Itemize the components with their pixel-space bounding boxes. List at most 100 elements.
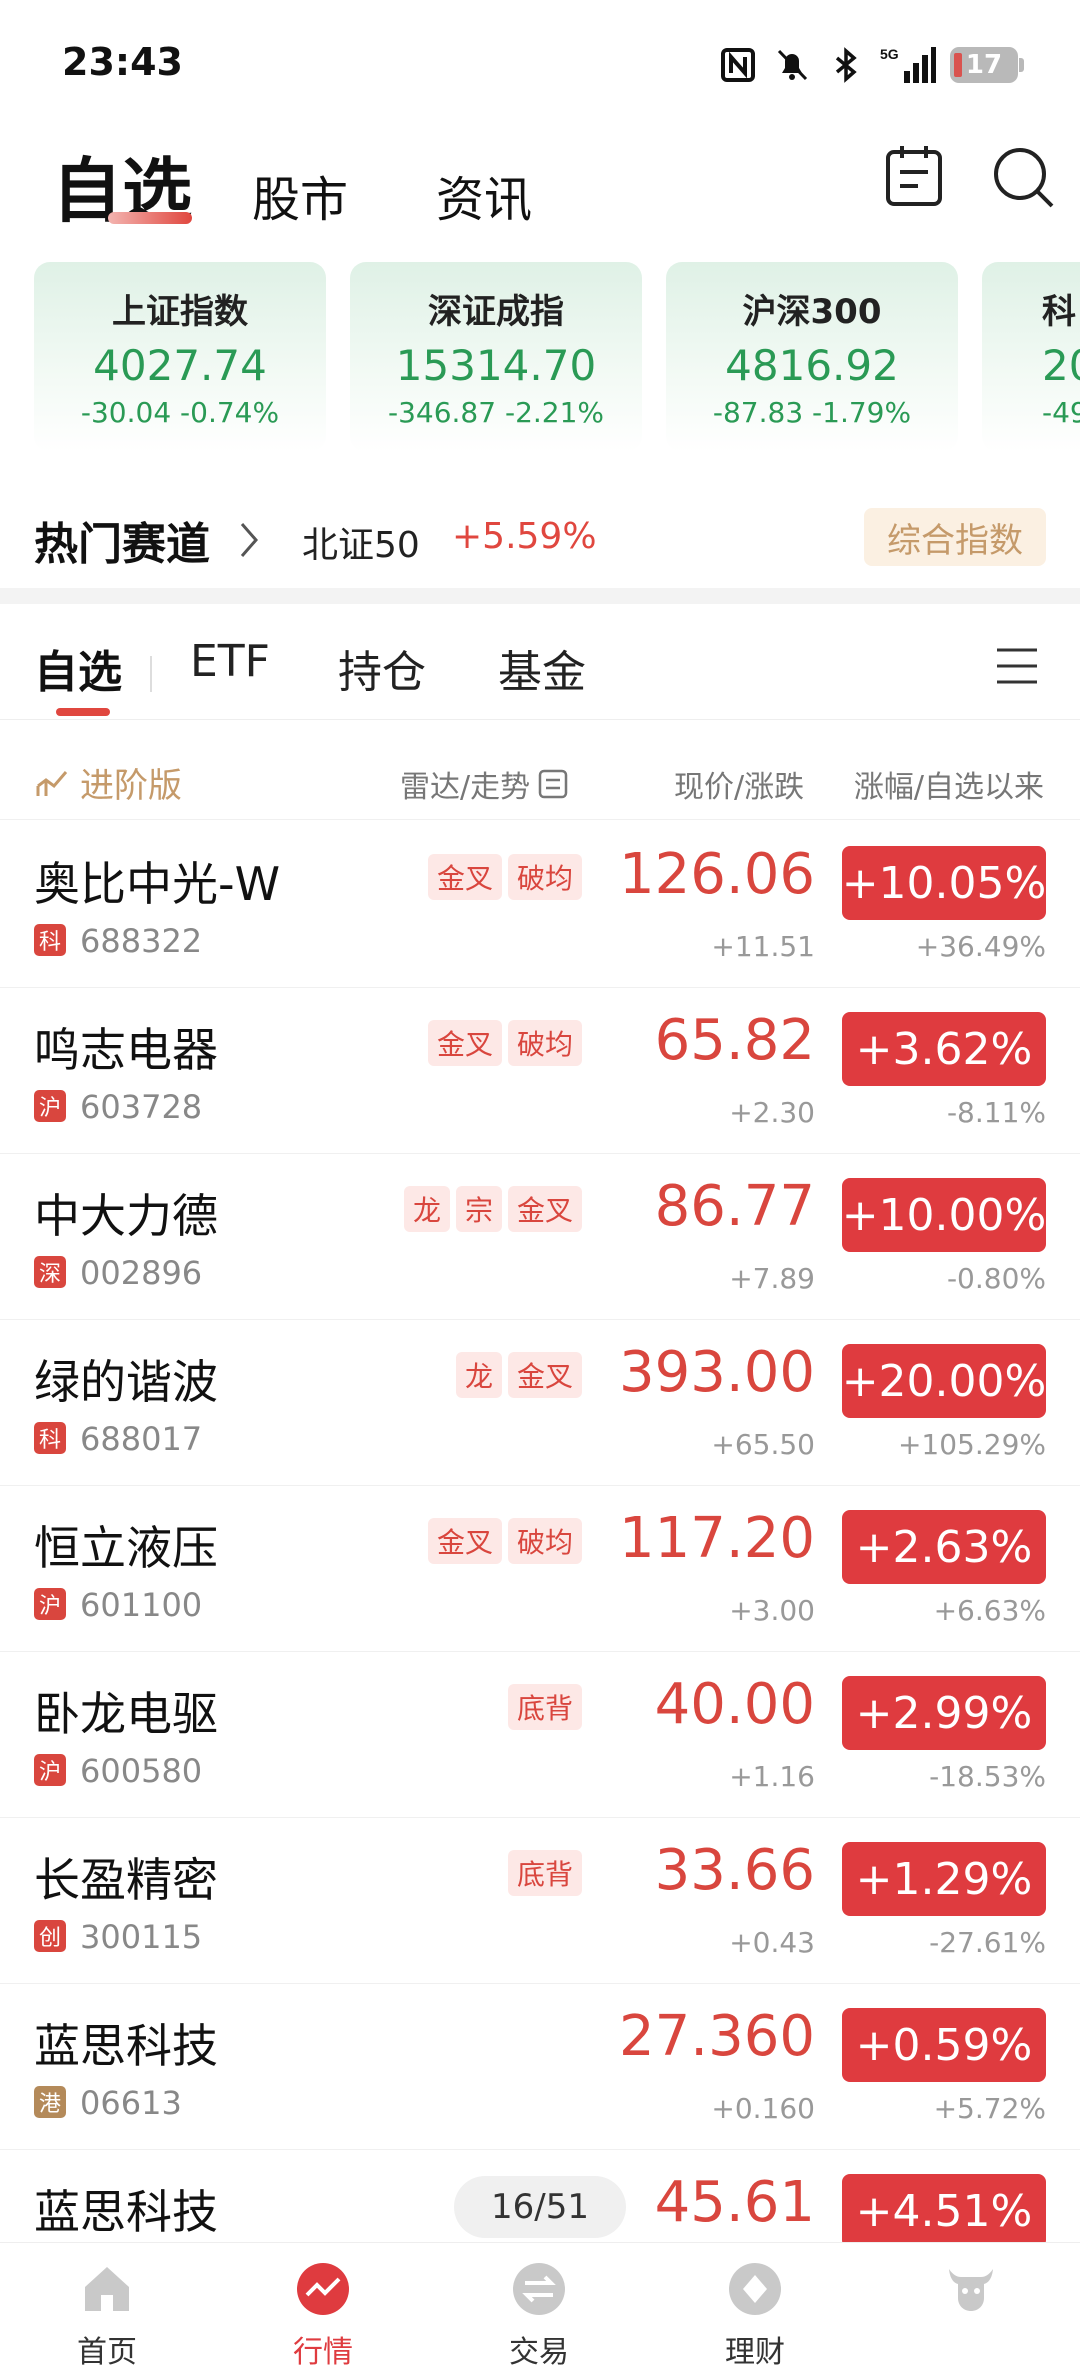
radar-column-label: 雷达/走势: [400, 770, 531, 805]
header-tab-market[interactable]: 股市: [252, 160, 348, 230]
home-icon: [85, 2267, 129, 2311]
stock-name: 蓝思科技: [34, 2185, 218, 2239]
hot-track-title: 热门赛道: [34, 519, 210, 570]
nav-label: 首页: [77, 2335, 137, 2370]
stock-name: 中大力德: [34, 1189, 218, 1243]
signal-tags: 金叉 破均: [427, 1518, 582, 1564]
nfc-icon: [718, 45, 758, 85]
header-tab-underline: [108, 212, 192, 224]
stock-row[interactable]: 长盈精密创 300115 底背 33.66 +0.43 +1.29% -27.61%: [0, 1818, 1080, 1984]
pct-change-badge[interactable]: +4.51%: [842, 2174, 1046, 2242]
pct-change-badge[interactable]: +2.99%: [842, 1676, 1046, 1750]
radar-column-header[interactable]: 雷达/走势: [400, 762, 568, 806]
battery-icon: 17: [950, 47, 1024, 83]
signal-icon: 5G: [880, 45, 936, 85]
tab-watchlist[interactable]: 自选: [34, 636, 122, 700]
menu-icon[interactable]: [994, 644, 1040, 688]
index-card[interactable]: 深证成指 15314.70 -346.87 -2.21%: [350, 262, 642, 452]
index-card[interactable]: 科 20 -49: [982, 262, 1080, 452]
calendar-icon[interactable]: [880, 142, 950, 212]
pct-change-badge[interactable]: +10.00%: [842, 1178, 1046, 1252]
index-change: -49: [1042, 396, 1080, 429]
signal-tag: 破均: [507, 1518, 582, 1564]
nav-market[interactable]: 行情: [248, 2243, 398, 2376]
nav-home[interactable]: 首页: [32, 2243, 182, 2376]
tab-underline: [56, 708, 110, 716]
market-badge: 创: [34, 1920, 66, 1952]
trend-chart-icon: [36, 770, 68, 796]
stock-row[interactable]: 绿的谐波科 688017 龙金叉 393.00 +65.50 +20.00% +105.29…: [0, 1320, 1080, 1486]
index-change: -87.83 -1.79%: [712, 396, 912, 429]
stock-code: 601100: [80, 1586, 203, 1624]
advanced-mode-button[interactable]: 进阶版: [36, 758, 182, 807]
stock-row[interactable]: 中大力德深 002896 龙宗金叉 86.77 +7.89 +10.00% -0.80%: [0, 1154, 1080, 1320]
price-column-header[interactable]: 现价/涨跌: [674, 762, 804, 806]
stock-code: 002896: [80, 1254, 203, 1292]
signal-tags: 龙金叉: [455, 1352, 582, 1398]
signal-tags: 底背: [507, 1684, 582, 1730]
stock-price: 33.66: [654, 1838, 815, 1903]
nav-label: 行情: [293, 2335, 353, 2370]
pct-change-badge[interactable]: +2.63%: [842, 1510, 1046, 1584]
since-added-pct: -27.61%: [929, 1926, 1046, 1959]
stock-price: 86.77: [654, 1174, 815, 1239]
tab-funds[interactable]: 基金: [498, 636, 586, 700]
nav-wealth[interactable]: 理财: [680, 2243, 830, 2376]
stock-row[interactable]: 鸣志电器沪 603728 金叉 破均 65.82 +2.30 +3.62% -8.11%: [0, 988, 1080, 1154]
index-name: 科: [1042, 292, 1076, 332]
signal-tag: 破均: [507, 854, 582, 900]
stock-row[interactable]: 蓝思科技港 06613 27.360 +0.160 +0.59% +5.72%: [0, 1984, 1080, 2150]
market-badge: 沪: [34, 1754, 66, 1786]
market-badge: 港: [34, 2086, 66, 2118]
composite-index-button[interactable]: 综合指数: [864, 508, 1046, 566]
signal-tag: 龙: [403, 1186, 450, 1232]
signal-tag: 破均: [507, 1020, 582, 1066]
stock-row[interactable]: 卧龙电驱沪 600580 底背 40.00 +1.16 +2.99% -18.53%: [0, 1652, 1080, 1818]
since-added-pct: -8.11%: [946, 1096, 1046, 1129]
pct-change-badge[interactable]: +1.29%: [842, 1842, 1046, 1916]
pct-change-badge[interactable]: +3.62%: [842, 1012, 1046, 1086]
hot-track-change: +5.59%: [452, 516, 597, 557]
signal-tag: 龙: [455, 1352, 502, 1398]
index-card[interactable]: 沪深300 4816.92 -87.83 -1.79%: [666, 262, 958, 452]
stock-price: 65.82: [654, 1008, 815, 1073]
since-added-pct: +6.63%: [933, 1594, 1046, 1627]
stock-price: 40.00: [654, 1672, 815, 1737]
pct-change-badge[interactable]: +10.05%: [842, 846, 1046, 920]
signal-tag: 底背: [507, 1850, 582, 1896]
header-tab-news[interactable]: 资讯: [436, 160, 532, 230]
stock-price: 393.00: [619, 1340, 815, 1405]
signal-tag: 金叉: [507, 1186, 582, 1232]
stock-name: 卧龙电驱: [34, 1687, 218, 1741]
market-badge: 科: [34, 924, 66, 956]
toggle-icon: [538, 769, 568, 799]
nav-profile[interactable]: [896, 2243, 1046, 2376]
index-card[interactable]: 上证指数 4027.74 -30.04 -0.74%: [34, 262, 326, 452]
stock-price: 27.360: [619, 2004, 815, 2069]
stock-row[interactable]: 奥比中光-W 科 688322 金叉 破均 126.06 +11.51 +10.05% +36.…: [0, 822, 1080, 988]
tab-etf[interactable]: ETF: [190, 636, 270, 687]
stock-name: 蓝思科技: [34, 2019, 218, 2073]
search-icon[interactable]: [988, 142, 1058, 212]
signal-tags: 金叉 破均: [427, 854, 582, 900]
since-added-pct: -18.53%: [929, 1760, 1046, 1793]
trade-icon: [513, 2263, 565, 2315]
index-value: 4816.92: [725, 341, 899, 390]
nav-trade[interactable]: 交易: [464, 2243, 614, 2376]
signal-tag: 金叉: [427, 1518, 502, 1564]
stock-name: 鸣志电器: [34, 1023, 218, 1077]
stock-row[interactable]: 恒立液压沪 601100 金叉 破均 117.20 +3.00 +2.63% +6.63%: [0, 1486, 1080, 1652]
tab-holdings[interactable]: 持仓: [338, 636, 426, 700]
stock-code: 300115: [80, 1918, 203, 1956]
page-indicator: 16/51: [454, 2176, 626, 2238]
stock-price: 126.06: [619, 842, 815, 907]
pct-change-badge[interactable]: +20.00%: [842, 1344, 1046, 1418]
hot-track-row[interactable]: 热门赛道 北证50 +5.59% 综合指数: [0, 500, 1080, 580]
signal-tags: 底背: [507, 1850, 582, 1896]
pct-change-badge[interactable]: +0.59%: [842, 2008, 1046, 2082]
market-badge: 深: [34, 1256, 66, 1288]
stock-change: +7.89: [729, 1262, 815, 1295]
signal-tag: 宗: [455, 1186, 502, 1232]
top-header: 自选 股市 资讯: [0, 120, 1080, 250]
pct-column-header[interactable]: 涨幅/自选以来: [854, 762, 1044, 806]
